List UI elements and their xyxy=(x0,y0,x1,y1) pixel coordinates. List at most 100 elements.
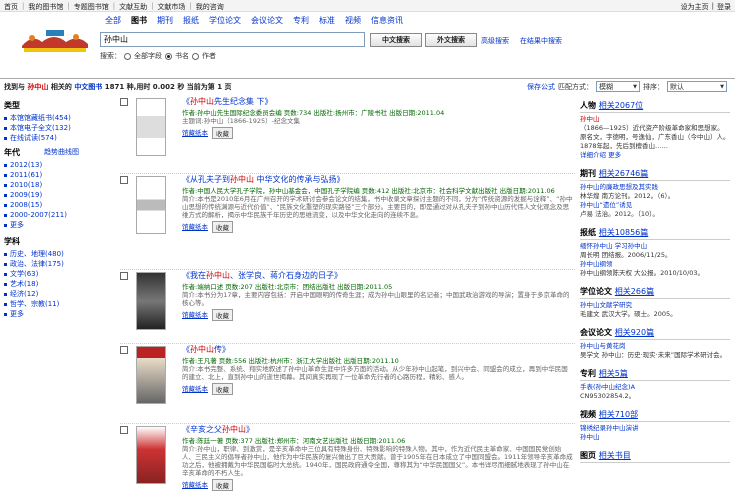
facet-item[interactable]: 政治、法律(175) xyxy=(4,259,99,269)
result-title[interactable]: 《辛亥之父孙中山》 xyxy=(182,424,574,435)
login-link[interactable]: 登录 xyxy=(717,2,731,12)
facet-label[interactable]: 2011(61) xyxy=(10,170,42,180)
select-checkbox[interactable] xyxy=(120,346,128,354)
facet-item[interactable]: 更多 xyxy=(4,309,99,319)
tab-theses[interactable]: 学位论文 xyxy=(204,15,246,26)
tab-journals[interactable]: 期刊 xyxy=(152,15,178,26)
facet-label[interactable]: 经济(12) xyxy=(10,289,38,299)
book-cover-image[interactable] xyxy=(136,98,166,156)
facet-item[interactable]: 本馆馆藏纸书(454) xyxy=(4,113,99,123)
facet-item[interactable]: 2008(15) xyxy=(4,200,99,210)
scope-author-radio[interactable] xyxy=(192,52,199,60)
tab-info[interactable]: 信息资讯 xyxy=(366,15,408,26)
facet-item[interactable]: 在线试读(574) xyxy=(4,133,99,143)
related-link[interactable]: 锦绣纪录孙中山演讲 xyxy=(580,424,639,432)
book-cover-image[interactable] xyxy=(136,176,166,234)
related-link[interactable]: 孙中山“遗位”诱见 xyxy=(580,201,632,209)
favorite-button[interactable]: 收藏 xyxy=(212,383,233,395)
favorite-button[interactable]: 收藏 xyxy=(212,127,233,139)
favorite-button[interactable]: 收藏 xyxy=(212,309,233,321)
top-link-consult[interactable]: 我的咨询 xyxy=(196,2,224,12)
facet-label[interactable]: 政治、法律(175) xyxy=(10,259,64,269)
holding-link[interactable]: 馆藏纸本 xyxy=(182,479,208,491)
related-count-link[interactable]: 相关2067位 xyxy=(599,101,643,110)
related-count-link[interactable]: 相关920篇 xyxy=(615,328,654,337)
facet-item[interactable]: 艺术(18) xyxy=(4,279,99,289)
search-input[interactable]: 孙中山 xyxy=(100,32,365,47)
facet-label[interactable]: 哲学、宗教(11) xyxy=(10,299,59,309)
facet-item[interactable]: 2011(61) xyxy=(4,170,99,180)
facet-label[interactable]: 本馆电子全文(132) xyxy=(10,123,71,133)
related-link[interactable]: 孙中山纲领 xyxy=(580,260,613,268)
scope-title-radio[interactable] xyxy=(165,52,172,60)
facet-item[interactable]: 更多 xyxy=(4,220,99,230)
related-link[interactable]: 孙中山的廉政思想及其实践 xyxy=(580,183,658,191)
related-link[interactable]: 缅怀孙中山 学习孙中山 xyxy=(580,242,647,250)
advanced-search-link[interactable]: 高级搜索 xyxy=(481,36,509,46)
related-count-link[interactable]: 相关10856篇 xyxy=(599,228,648,237)
facet-item[interactable]: 经济(12) xyxy=(4,289,99,299)
tab-video[interactable]: 视频 xyxy=(340,15,366,26)
trend-chart-link[interactable]: 趋势曲线图 xyxy=(44,147,79,158)
holding-link[interactable]: 馆藏纸本 xyxy=(182,383,208,395)
holding-link[interactable]: 馆藏纸本 xyxy=(182,221,208,233)
facet-label[interactable]: 2008(15) xyxy=(10,200,42,210)
book-cover-image[interactable] xyxy=(136,272,166,330)
top-link-my-library[interactable]: 我的图书馆 xyxy=(28,2,63,12)
select-checkbox[interactable] xyxy=(120,176,128,184)
top-link-market[interactable]: 文献市场 xyxy=(157,2,185,12)
facet-item[interactable]: 2000-2007(211) xyxy=(4,210,99,220)
tab-standards[interactable]: 标准 xyxy=(314,15,340,26)
book-cover-image[interactable] xyxy=(136,346,166,404)
related-count-link[interactable]: 相关710部 xyxy=(599,410,638,419)
facet-label[interactable]: 在线试读(574) xyxy=(10,133,57,143)
select-checkbox[interactable] xyxy=(120,426,128,434)
facet-label[interactable]: 2010(18) xyxy=(10,180,42,190)
related-count-link[interactable]: 相关266篇 xyxy=(615,287,654,296)
tab-all[interactable]: 全部 xyxy=(100,15,126,26)
chinese-search-button[interactable]: 中文搜索 xyxy=(370,33,422,47)
search-in-results-link[interactable]: 在结果中搜索 xyxy=(520,36,562,46)
related-link[interactable]: 手表(孙中山纪念)A xyxy=(580,383,635,391)
person-name-link[interactable]: 孙中山 xyxy=(580,115,600,123)
set-homepage-link[interactable]: 设为主页 xyxy=(681,2,709,12)
facet-label[interactable]: 2009(19) xyxy=(10,190,42,200)
result-title[interactable]: 《孙中山先生纪念集 下》 xyxy=(182,96,574,107)
facet-label[interactable]: 文学(63) xyxy=(10,269,38,279)
facet-item[interactable]: 哲学、宗教(11) xyxy=(4,299,99,309)
related-count-link[interactable]: 相关5篇 xyxy=(599,369,628,378)
facet-label[interactable]: 2000-2007(211) xyxy=(10,210,67,220)
result-title[interactable]: 《孙中山传》 xyxy=(182,344,574,355)
facet-item[interactable]: 历史、地理(480) xyxy=(4,249,99,259)
related-count-link[interactable]: 相关书目 xyxy=(599,451,631,460)
related-link[interactable]: 孙中山 xyxy=(580,433,600,441)
result-title[interactable]: 《从孔夫子到孙中山 中华文化的传承与弘扬》 xyxy=(182,174,574,185)
site-logo[interactable] xyxy=(20,24,90,56)
facet-item[interactable]: 2009(19) xyxy=(4,190,99,200)
tab-newspapers[interactable]: 报纸 xyxy=(178,15,204,26)
select-checkbox[interactable] xyxy=(120,272,128,280)
facet-label[interactable]: 2012(13) xyxy=(10,160,42,170)
foreign-search-button[interactable]: 外文搜索 xyxy=(425,33,477,47)
related-link[interactable]: 孙中山文献学研究 xyxy=(580,301,632,309)
match-select[interactable]: 模糊 ▼ xyxy=(596,81,640,92)
top-link-special-library[interactable]: 专题图书馆 xyxy=(74,2,109,12)
result-title[interactable]: 《我在孙中山、张学良、蒋介石身边的日子》 xyxy=(182,270,574,281)
save-formula-link[interactable]: 保存公式 xyxy=(527,82,555,92)
tab-patents[interactable]: 专利 xyxy=(288,15,314,26)
holding-link[interactable]: 馆藏纸本 xyxy=(182,309,208,321)
order-select[interactable]: 默认 ▼ xyxy=(667,81,727,92)
holding-link[interactable]: 馆藏纸本 xyxy=(182,127,208,139)
facet-item[interactable]: 2010(18) xyxy=(4,180,99,190)
related-link[interactable]: 孙中山与黄花岗 xyxy=(580,342,626,350)
facet-label[interactable]: 艺术(18) xyxy=(10,279,38,289)
facet-label[interactable]: 本馆馆藏纸书(454) xyxy=(10,113,71,123)
scope-all-radio[interactable] xyxy=(124,52,131,60)
facet-more-link[interactable]: 更多 xyxy=(10,309,24,319)
facet-more-link[interactable]: 更多 xyxy=(10,220,24,230)
tab-books[interactable]: 图书 xyxy=(126,15,152,26)
top-link-document-help[interactable]: 文献互助 xyxy=(119,2,147,12)
top-link-home[interactable]: 首页 xyxy=(4,2,18,12)
book-cover-image[interactable] xyxy=(136,426,166,484)
facet-item[interactable]: 本馆电子全文(132) xyxy=(4,123,99,133)
